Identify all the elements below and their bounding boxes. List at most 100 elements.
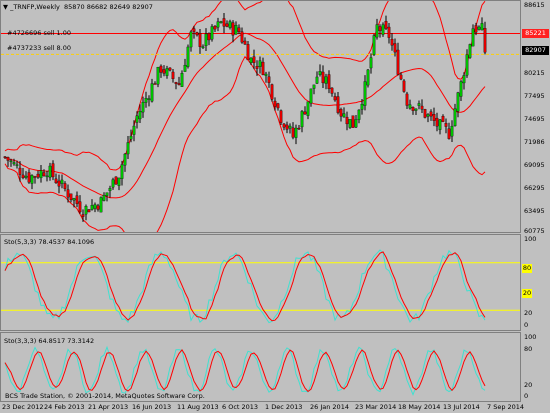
candle-body xyxy=(27,172,31,183)
candle-body xyxy=(165,68,169,76)
candle-body xyxy=(225,23,229,27)
level-label: 100 xyxy=(524,235,537,243)
candle-body xyxy=(123,153,127,166)
price-label: 63495 xyxy=(524,207,545,215)
price-label: 66295 xyxy=(524,184,545,192)
time-label: 23 Mar 2014 xyxy=(355,403,397,411)
candle-body xyxy=(471,28,475,47)
candle-body xyxy=(420,105,424,110)
candle-body xyxy=(237,27,241,32)
candle-body xyxy=(366,69,370,86)
candle-body xyxy=(63,183,67,189)
time-label: 18 May 2014 xyxy=(398,403,441,411)
candle-body xyxy=(468,44,472,58)
candle-body xyxy=(477,26,481,30)
time-label: 26 Jan 2014 xyxy=(310,403,349,411)
candle-body xyxy=(168,67,172,71)
main-chart[interactable]: ▼ _TRNFP,Weekly 85870 86682 82649 82907 … xyxy=(0,0,521,233)
candle-body xyxy=(465,54,469,76)
candle-body xyxy=(153,83,157,85)
candle-body xyxy=(57,180,61,187)
time-label: 24 Feb 2013 xyxy=(44,403,85,411)
candle-body xyxy=(312,84,316,89)
candle-body xyxy=(126,142,130,155)
candle-body xyxy=(480,23,484,31)
candle-body xyxy=(219,21,223,23)
candle-body xyxy=(12,162,16,165)
candle-body xyxy=(357,109,361,120)
candle-body xyxy=(66,189,70,198)
candle-body xyxy=(51,163,55,178)
order-label-2[interactable]: #4737233 sell 8.00 xyxy=(7,45,71,52)
candle-body xyxy=(267,76,271,83)
candle-body xyxy=(330,87,334,94)
candle-body xyxy=(363,81,367,106)
chart-title: ▼ _TRNFP,Weekly 85870 86682 82649 82907 xyxy=(3,4,153,11)
candle-body xyxy=(198,33,202,47)
candle-body xyxy=(279,110,283,123)
candle-body xyxy=(474,25,478,33)
candle-body xyxy=(195,32,199,36)
level-80-tag: 80 xyxy=(522,264,532,273)
last-price-tag: 82907 xyxy=(522,46,549,55)
candle-body xyxy=(222,18,226,27)
trading-terminal: ▼ _TRNFP,Weekly 85870 86682 82649 82907 … xyxy=(0,0,550,413)
dropdown-icon[interactable]: ▼ xyxy=(3,3,8,11)
candle-body xyxy=(342,113,346,118)
price-label: 80215 xyxy=(524,69,545,77)
candle-body xyxy=(423,109,427,118)
upper-band-line xyxy=(4,1,486,171)
candle-body xyxy=(216,21,220,28)
candle-body xyxy=(54,178,58,184)
candle-body xyxy=(3,156,7,158)
candle-body xyxy=(39,170,43,179)
candle-body xyxy=(306,101,310,116)
order-label-1[interactable]: #4726696 sell 1.00 xyxy=(7,30,71,37)
candle-body xyxy=(201,46,205,49)
candle-body xyxy=(303,111,307,115)
candle-body xyxy=(447,128,451,139)
candle-body xyxy=(159,65,163,73)
candle-body xyxy=(336,96,340,113)
level-label: 20 xyxy=(524,381,533,389)
candle-body xyxy=(84,206,88,215)
copyright-text: BCS Trade Station, © 2001-2014, MetaQuot… xyxy=(5,392,205,400)
candle-body xyxy=(294,127,298,138)
time-label: 21 Apr 2013 xyxy=(88,403,129,411)
price-label: 74695 xyxy=(524,115,545,123)
candle-body xyxy=(270,84,274,100)
candle-body xyxy=(456,92,460,112)
candle-body xyxy=(192,28,196,32)
candle-body xyxy=(33,176,37,178)
level-20-tag: 20 xyxy=(522,289,532,298)
time-label: 13 Jul 2014 xyxy=(443,403,480,411)
candle-body xyxy=(444,123,448,127)
price-label: 69095 xyxy=(524,161,545,169)
candle-body xyxy=(348,119,352,128)
candle-body xyxy=(234,25,238,35)
candle-body xyxy=(90,205,94,210)
candle-body xyxy=(339,109,343,117)
candle-body xyxy=(210,26,214,40)
candle-body xyxy=(174,82,178,84)
candle-body xyxy=(429,111,433,117)
candle-body xyxy=(372,35,376,55)
time-label: 23 Dec 2012 xyxy=(2,403,44,411)
candle-body xyxy=(441,115,445,122)
candle-body xyxy=(261,61,265,75)
candle-body xyxy=(105,192,109,196)
stochastic-pane-2[interactable]: Sto(3,3,3) 64.8517 73.3142 BCS Trade Sta… xyxy=(0,332,521,402)
level-label: 20 xyxy=(524,309,533,317)
price-label: 60775 xyxy=(524,227,545,235)
candle-body xyxy=(240,31,244,43)
symbol-label: _TRNFP,Weekly xyxy=(10,3,60,11)
time-label: 11 Aug 2013 xyxy=(177,403,219,411)
candle-body xyxy=(258,60,262,67)
candle-body xyxy=(93,204,97,209)
candle-body xyxy=(144,98,148,103)
candle-body xyxy=(162,69,166,74)
stochastic-pane-1[interactable]: Sto(5,3,3) 78.4537 84.1096 xyxy=(0,234,521,331)
candle-body xyxy=(204,33,208,47)
stochastic-main-line xyxy=(4,249,486,324)
candle-body xyxy=(426,114,430,117)
